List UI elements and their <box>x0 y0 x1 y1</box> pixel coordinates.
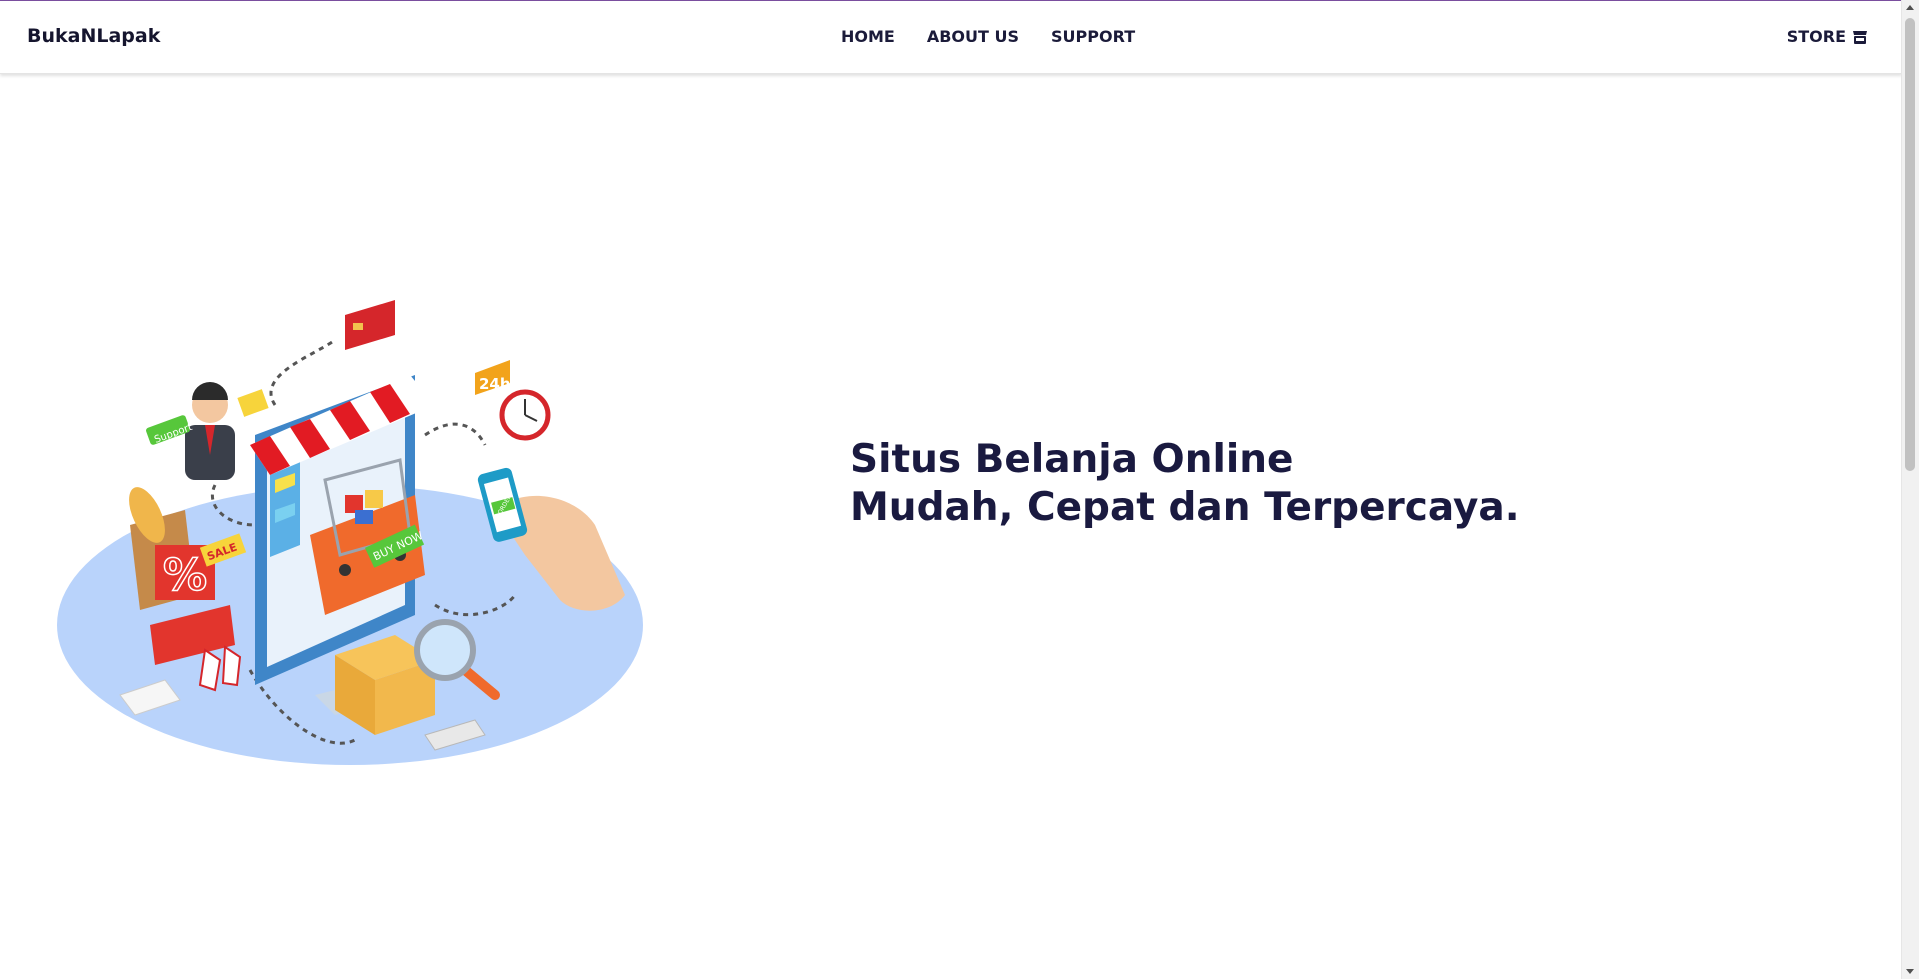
nav-support-link[interactable]: SUPPORT <box>1051 27 1135 46</box>
hero-headline-line1: Situs Belanja Online <box>850 437 1294 482</box>
hero-headline: Situs Belanja Online Mudah, Cepat dan Te… <box>850 436 1520 532</box>
store-label: STORE <box>1786 27 1846 46</box>
scroll-up-arrow[interactable] <box>1906 5 1914 10</box>
brand-logo[interactable]: BukaNLapak <box>27 25 160 47</box>
svg-text:24h: 24h <box>479 375 511 393</box>
nav-links: HOME ABOUT US SUPPORT <box>841 27 1135 46</box>
scroll-down-arrow[interactable] <box>1906 969 1914 974</box>
support-agent-icon: Support <box>146 382 269 480</box>
navbar: BukaNLapak HOME ABOUT US SUPPORT STORE <box>0 1 1902 74</box>
store-link[interactable]: STORE <box>1787 27 1868 46</box>
nav-home-link[interactable]: HOME <box>841 27 895 46</box>
credit-card-icon <box>345 300 395 350</box>
store-icon <box>1853 30 1867 44</box>
scroll-thumb[interactable] <box>1905 18 1915 471</box>
nav-about-us-link[interactable]: ABOUT US <box>927 27 1019 46</box>
clock-24h-icon: 24h <box>475 360 551 441</box>
svg-text:%: % <box>163 550 207 601</box>
page-scrollbar[interactable] <box>1901 0 1919 979</box>
shopping-illustration: Support BUY NOW 24h ORDER % SALE <box>57 300 643 765</box>
hero-headline-line2: Mudah, Cepat dan Terpercaya. <box>850 485 1520 530</box>
